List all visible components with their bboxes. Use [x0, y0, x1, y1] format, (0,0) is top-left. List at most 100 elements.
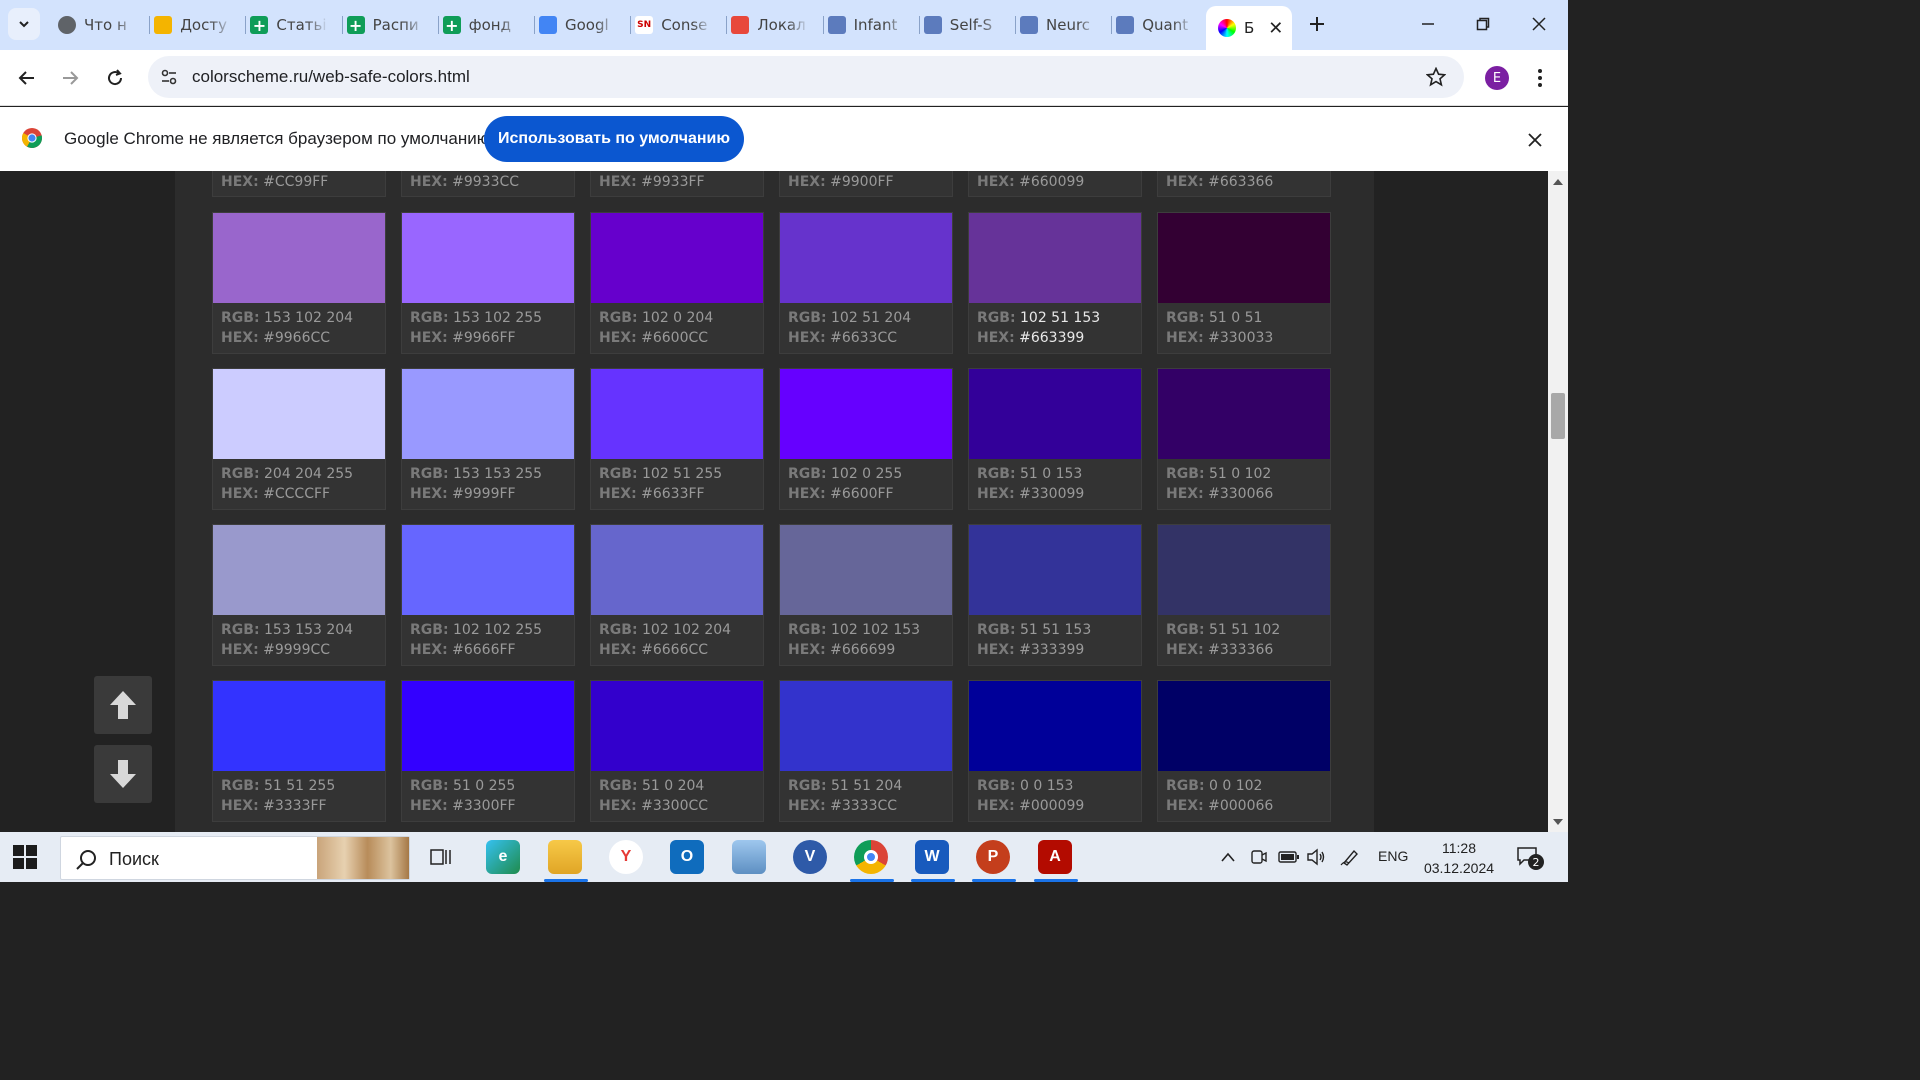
windows-start-icon[interactable]	[12, 844, 38, 870]
color-card[interactable]: RGB: 102 51 204 HEX: #6633CC	[779, 212, 953, 354]
acrobat-icon[interactable]: A	[1038, 840, 1072, 874]
browser-tab[interactable]: Self-S	[923, 8, 1012, 42]
color-card[interactable]: HEX: #9900FF	[779, 171, 953, 197]
color-swatch[interactable]	[780, 681, 952, 771]
battery-icon[interactable]	[1278, 850, 1300, 864]
bookmark-star-icon[interactable]	[1426, 67, 1446, 87]
browser-tab[interactable]: + фонд	[442, 8, 531, 42]
color-swatch[interactable]	[591, 369, 763, 459]
browser-tab[interactable]: Что н	[58, 8, 146, 42]
color-swatch[interactable]	[402, 681, 574, 771]
restore-button[interactable]	[1468, 9, 1498, 39]
color-swatch[interactable]	[591, 525, 763, 615]
color-swatch[interactable]	[780, 213, 952, 303]
site-settings-icon[interactable]	[160, 68, 178, 86]
color-swatch[interactable]	[213, 681, 385, 771]
color-card[interactable]: RGB: 153 102 255 HEX: #9966FF	[401, 212, 575, 354]
word-icon[interactable]: W	[915, 840, 949, 874]
color-swatch[interactable]	[969, 681, 1141, 771]
chevron-up-icon[interactable]	[1220, 850, 1236, 864]
page-scrollbar[interactable]	[1548, 171, 1568, 832]
color-card[interactable]: HEX: #9933CC	[401, 171, 575, 197]
color-card[interactable]: RGB: 102 102 153 HEX: #666699	[779, 524, 953, 666]
color-card[interactable]: RGB: 51 0 102 HEX: #330066	[1157, 368, 1331, 510]
color-card[interactable]: HEX: #660099	[968, 171, 1142, 197]
browser-tab[interactable]: + Распи	[346, 8, 435, 42]
minimize-button[interactable]	[1413, 9, 1443, 39]
set-default-button[interactable]: Использовать по умолчанию	[484, 116, 744, 162]
color-card[interactable]: HEX: #9933FF	[590, 171, 764, 197]
tab-search-button[interactable]	[8, 8, 40, 40]
browser-tab[interactable]: Локал	[731, 8, 819, 42]
color-swatch[interactable]	[213, 369, 385, 459]
color-card[interactable]: RGB: 51 51 102 HEX: #333366	[1157, 524, 1331, 666]
color-card[interactable]: RGB: 51 0 51 HEX: #330033	[1157, 212, 1331, 354]
active-tab[interactable]: Б ✕	[1206, 6, 1292, 50]
edge-icon[interactable]: e	[486, 840, 520, 874]
scroll-up-button[interactable]	[94, 676, 152, 734]
color-card[interactable]: RGB: 51 51 204 HEX: #3333CC	[779, 680, 953, 822]
infobar-close-button[interactable]	[1522, 127, 1548, 153]
color-swatch[interactable]	[402, 525, 574, 615]
file-explorer-icon[interactable]	[548, 840, 582, 874]
chrome-icon[interactable]	[854, 840, 888, 874]
close-window-button[interactable]	[1524, 9, 1554, 39]
meet-now-icon[interactable]	[1250, 848, 1268, 866]
profile-avatar[interactable]: E	[1485, 66, 1509, 90]
color-card[interactable]: RGB: 102 102 204 HEX: #6666CC	[590, 524, 764, 666]
clock[interactable]: 11:28 03.12.2024	[1418, 838, 1500, 878]
close-tab-icon[interactable]: ✕	[1268, 18, 1283, 39]
menu-button[interactable]	[1530, 68, 1550, 88]
new-tab-button[interactable]	[1302, 9, 1332, 39]
color-swatch[interactable]	[969, 213, 1141, 303]
color-swatch[interactable]	[591, 213, 763, 303]
color-swatch[interactable]	[780, 369, 952, 459]
browser-tab[interactable]: Quant	[1116, 8, 1204, 42]
forward-button[interactable]	[53, 61, 87, 95]
color-swatch[interactable]	[213, 213, 385, 303]
pen-icon[interactable]	[1340, 848, 1360, 866]
address-bar[interactable]: colorscheme.ru/web-safe-colors.html	[148, 56, 1464, 98]
volume-icon[interactable]	[1306, 848, 1326, 866]
taskbar-search[interactable]: Поиск	[60, 836, 410, 880]
color-card[interactable]: RGB: 102 102 255 HEX: #6666FF	[401, 524, 575, 666]
outlook-icon[interactable]: O	[670, 840, 704, 874]
task-view-icon[interactable]	[424, 840, 458, 874]
color-swatch[interactable]	[402, 213, 574, 303]
color-card[interactable]: RGB: 51 0 204 HEX: #3300CC	[590, 680, 764, 822]
browser-tab[interactable]: + Статьі	[250, 8, 338, 42]
color-card[interactable]: RGB: 51 0 153 HEX: #330099	[968, 368, 1142, 510]
color-card[interactable]: RGB: 153 102 204 HEX: #9966CC	[212, 212, 386, 354]
color-card[interactable]: RGB: 51 51 255 HEX: #3333FF	[212, 680, 386, 822]
scroll-arrow-down-icon[interactable]	[1552, 817, 1564, 827]
language-indicator[interactable]: ENG	[1378, 848, 1408, 864]
color-card[interactable]: HEX: #CC99FF	[212, 171, 386, 197]
color-swatch[interactable]	[402, 369, 574, 459]
reload-button[interactable]	[98, 61, 132, 95]
color-card[interactable]: RGB: 102 0 255 HEX: #6600FF	[779, 368, 953, 510]
yandex-browser-icon[interactable]: Y	[609, 840, 643, 874]
color-swatch[interactable]	[213, 525, 385, 615]
viber-icon[interactable]: V	[793, 840, 827, 874]
color-swatch[interactable]	[780, 525, 952, 615]
color-card[interactable]: RGB: 51 0 255 HEX: #3300FF	[401, 680, 575, 822]
color-card[interactable]: RGB: 0 0 102 HEX: #000066	[1157, 680, 1331, 822]
scrollbar-thumb[interactable]	[1551, 393, 1565, 439]
color-card[interactable]: RGB: 51 51 153 HEX: #333399	[968, 524, 1142, 666]
color-card[interactable]: RGB: 153 153 255 HEX: #9999FF	[401, 368, 575, 510]
color-card[interactable]: RGB: 0 0 153 HEX: #000099	[968, 680, 1142, 822]
color-card[interactable]: RGB: 102 0 204 HEX: #6600CC	[590, 212, 764, 354]
browser-tab[interactable]: Досту	[154, 8, 242, 42]
color-card[interactable]: RGB: 153 153 204 HEX: #9999CC	[212, 524, 386, 666]
color-swatch[interactable]	[969, 369, 1141, 459]
color-card[interactable]: RGB: 102 51 153 HEX: #663399	[968, 212, 1142, 354]
color-card[interactable]: RGB: 204 204 255 HEX: #CCCCFF	[212, 368, 386, 510]
scroll-down-button[interactable]	[94, 745, 152, 803]
powerpoint-icon[interactable]: P	[976, 840, 1010, 874]
computer-icon[interactable]	[732, 840, 766, 874]
color-swatch[interactable]	[1158, 213, 1330, 303]
color-swatch[interactable]	[1158, 525, 1330, 615]
color-swatch[interactable]	[969, 525, 1141, 615]
browser-tab[interactable]: Googl	[539, 8, 627, 42]
color-swatch[interactable]	[591, 681, 763, 771]
